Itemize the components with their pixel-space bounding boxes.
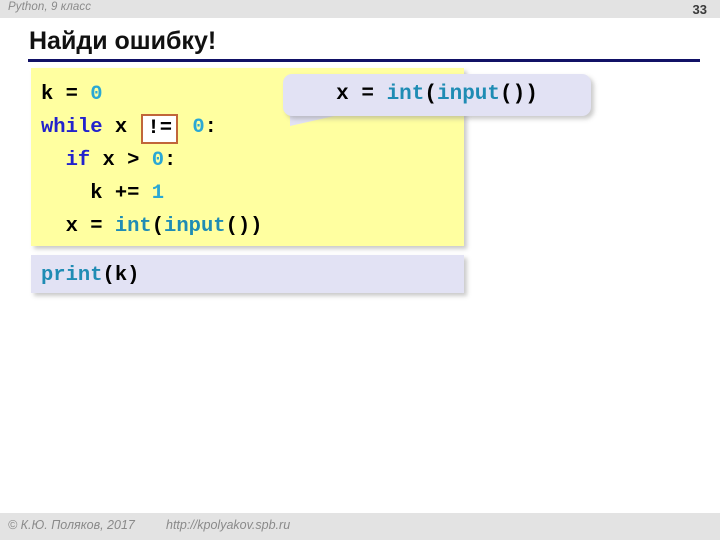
code-token: 0	[151, 149, 165, 172]
code-line: x = int(input())	[41, 210, 464, 243]
slide-footer-bar: © К.Ю. Поляков, 2017 http://kpolyakov.sp…	[0, 513, 720, 540]
code-token: (k)	[102, 264, 140, 287]
code-token: x	[102, 116, 140, 139]
code-token: input	[437, 83, 501, 106]
code-token: (	[151, 215, 165, 238]
slide-header-bar: Python, 9 класс 33	[0, 0, 720, 18]
callout-bubble-correction: x = int(input())	[283, 74, 591, 116]
title-underline-rule	[28, 59, 700, 62]
code-token: int	[386, 83, 425, 106]
code-token: k =	[41, 83, 91, 106]
code-token: x =	[336, 83, 387, 106]
code-token: 0	[90, 83, 103, 106]
code-token: 0	[192, 116, 205, 139]
code-line: print(k)	[41, 259, 464, 292]
footer-url[interactable]: http://kpolyakov.spb.ru	[166, 518, 290, 532]
code-token: x =	[65, 215, 115, 238]
code-token: x >	[90, 149, 152, 172]
code-token: print	[41, 264, 103, 287]
code-block-print: print(k)	[31, 255, 464, 293]
code-token: ())	[500, 83, 538, 106]
course-title: Python, 9 класс	[8, 1, 92, 13]
code-token: k +=	[90, 182, 152, 205]
code-token: if	[65, 149, 91, 172]
code-token: input	[164, 215, 226, 238]
code-token: ())	[225, 215, 263, 238]
highlighted-operator: !=	[141, 114, 179, 144]
code-line: x = int(input())	[283, 74, 591, 116]
page-title: Найди ошибку!	[29, 27, 217, 55]
code-token: 1	[151, 182, 165, 205]
code-token: while	[41, 116, 103, 139]
code-token: int	[114, 215, 152, 238]
page-number: 33	[692, 2, 707, 17]
code-line: k += 1	[41, 177, 464, 210]
footer-copyright: © К.Ю. Поляков, 2017	[8, 518, 135, 532]
code-token: (	[424, 83, 437, 106]
code-token: :	[164, 149, 177, 172]
code-line: if x > 0:	[41, 144, 464, 177]
code-token: :	[204, 116, 217, 139]
